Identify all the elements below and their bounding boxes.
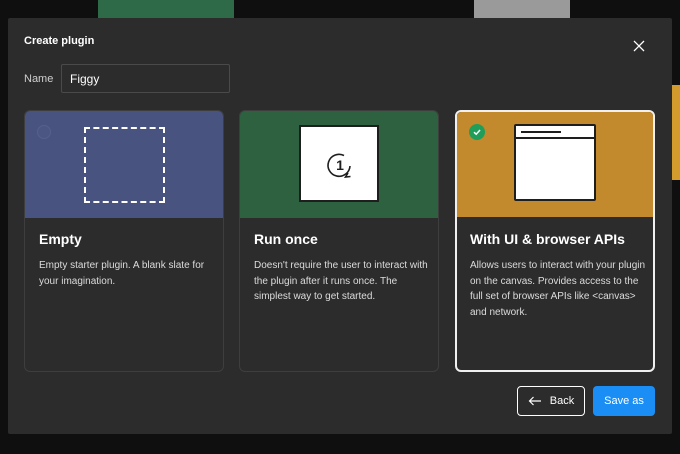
- run-once-icon: 1: [299, 125, 379, 202]
- template-card-run-once[interactable]: 1 Run once Doesn't require the user to i…: [239, 110, 439, 372]
- card-description: Empty starter plugin. A blank slate for …: [39, 260, 205, 287]
- close-icon: [633, 40, 645, 52]
- back-label: Back: [549, 395, 575, 407]
- card-description: Allows users to interact with your plugi…: [470, 260, 646, 318]
- background-block-green: [98, 0, 234, 20]
- name-label: Name: [24, 73, 54, 85]
- radio-unselected-icon: [37, 125, 51, 139]
- back-button[interactable]: Back: [517, 386, 585, 416]
- name-input[interactable]: [61, 64, 230, 93]
- card-hero: 1: [240, 111, 438, 218]
- create-plugin-dialog: Create plugin Name Empty Empty starter p…: [8, 18, 672, 434]
- card-title: Run once: [254, 231, 318, 247]
- browser-window-icon: [514, 124, 596, 201]
- background-block-gray: [474, 0, 570, 20]
- background-block-orange: [672, 85, 680, 180]
- close-button[interactable]: [630, 37, 648, 55]
- save-as-button[interactable]: Save as: [593, 386, 655, 416]
- card-hero: [25, 111, 223, 218]
- run-once-glyph: 1: [327, 153, 351, 178]
- arrow-left-icon: [528, 396, 542, 406]
- card-title: Empty: [39, 231, 82, 247]
- svg-text:1: 1: [336, 157, 344, 173]
- check-circle-icon: [469, 124, 485, 140]
- dialog-title: Create plugin: [24, 35, 95, 47]
- card-title: With UI & browser APIs: [470, 231, 625, 247]
- card-hero: [457, 112, 653, 217]
- template-card-empty[interactable]: Empty Empty starter plugin. A blank slat…: [24, 110, 224, 372]
- card-description: Doesn't require the user to interact wit…: [254, 260, 428, 302]
- template-card-ui-browser-apis[interactable]: With UI & browser APIs Allows users to i…: [455, 110, 655, 372]
- dashed-square-icon: [84, 127, 165, 203]
